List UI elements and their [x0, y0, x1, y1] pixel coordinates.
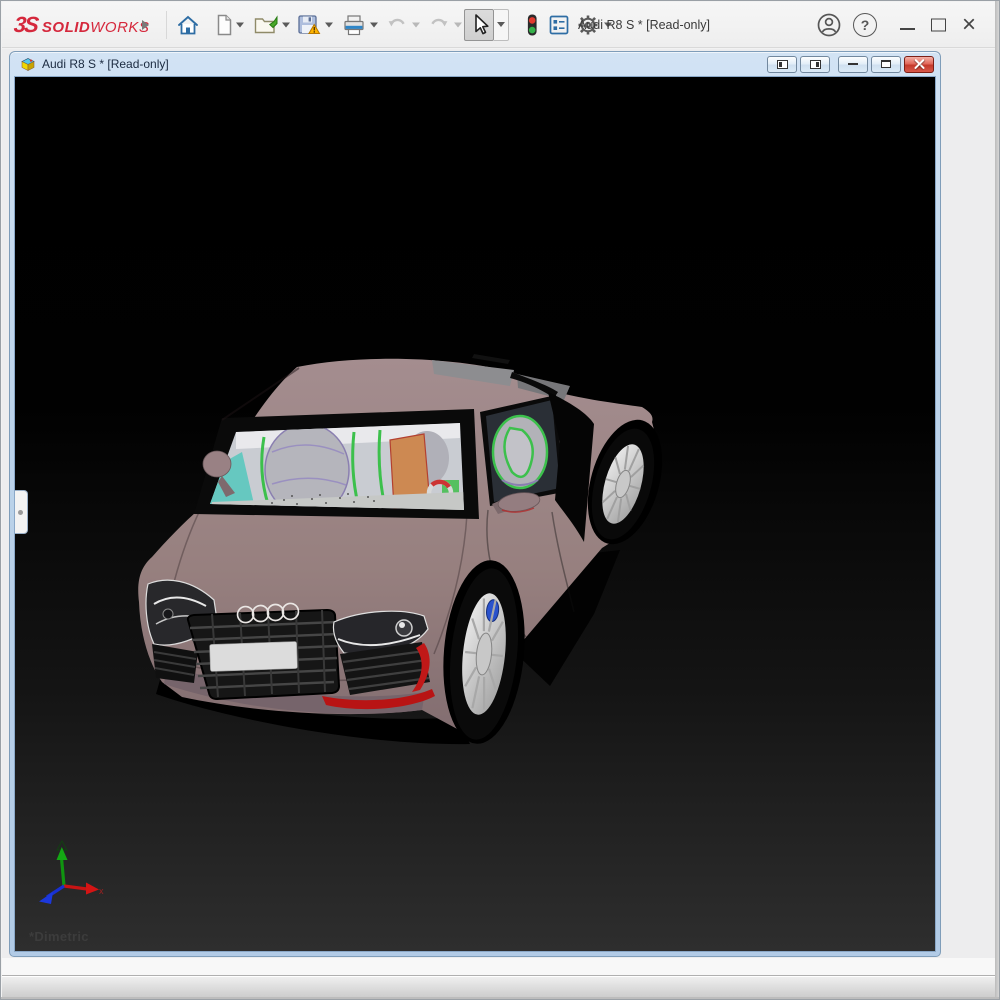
- select-tool-dropdown[interactable]: [494, 9, 509, 41]
- help-button[interactable]: ?: [853, 13, 877, 37]
- doc-close-icon: [914, 59, 925, 69]
- home-icon: [176, 13, 200, 37]
- dropdown-arrow-icon: [497, 22, 505, 27]
- print-button[interactable]: [342, 13, 366, 37]
- save-button[interactable]: [296, 13, 321, 37]
- open-dropdown[interactable]: [282, 22, 290, 27]
- document-window-buttons: [767, 56, 936, 73]
- dropdown-arrow-icon: [325, 22, 333, 27]
- toolbar-document-title: Audi R8 S * [Read-only]: [578, 2, 710, 48]
- undo-dropdown[interactable]: [412, 22, 420, 27]
- pane-left-icon: [777, 60, 788, 69]
- new-document-dropdown[interactable]: [236, 22, 244, 27]
- solidworks-logo: 3SSOLIDWORKS: [14, 12, 149, 38]
- rebuild-traffic-light-icon: [521, 12, 543, 38]
- print-icon: [342, 13, 366, 37]
- triad-axes-icon: x: [27, 840, 109, 910]
- save-dropdown[interactable]: [325, 22, 333, 27]
- doc-restore-icon: [881, 60, 891, 68]
- toolbar-separator: [166, 11, 167, 39]
- open-button[interactable]: [253, 13, 279, 37]
- license-plate: [210, 641, 298, 671]
- doc-minimize-button[interactable]: [838, 56, 868, 73]
- front-grille[interactable]: [188, 610, 339, 699]
- save-icon: [296, 13, 321, 37]
- select-tool-button[interactable]: [464, 9, 494, 41]
- redo-button[interactable]: [427, 13, 451, 37]
- pane-left-button[interactable]: [767, 56, 797, 73]
- user-account-button[interactable]: [816, 12, 842, 38]
- select-cursor-icon: [468, 13, 490, 37]
- feature-tab-dot-icon: [18, 510, 23, 515]
- window-frame-right: [995, 1, 999, 999]
- roof-vent: [472, 354, 510, 364]
- doc-restore-button[interactable]: [871, 56, 901, 73]
- undo-button[interactable]: [385, 13, 409, 37]
- solidworks-flyout-arrow-icon[interactable]: [142, 20, 149, 30]
- new-document-button[interactable]: [212, 13, 236, 37]
- solidworks-window: 3SSOLIDWORKS: [0, 0, 1000, 1000]
- document-properties-icon: [547, 13, 571, 37]
- view-orientation-label: *Dimetric: [29, 929, 89, 944]
- car-model[interactable]: [122, 352, 672, 752]
- open-icon: [253, 13, 279, 37]
- undo-icon: [385, 13, 409, 37]
- document-title: Audi R8 S * [Read-only]: [42, 57, 169, 71]
- redo-icon: [427, 13, 451, 37]
- dropdown-arrow-icon: [282, 22, 290, 27]
- doc-close-button[interactable]: [904, 56, 934, 73]
- maximize-button[interactable]: [931, 18, 946, 31]
- maximize-icon: [931, 18, 946, 31]
- dropdown-arrow-icon: [454, 22, 462, 27]
- minimize-icon: [900, 28, 915, 30]
- pane-right-button[interactable]: [800, 56, 830, 73]
- help-icon: ?: [853, 13, 877, 37]
- close-icon: ×: [962, 13, 976, 37]
- dropdown-arrow-icon: [412, 22, 420, 27]
- window-frame-bottom: [1, 997, 999, 999]
- home-button[interactable]: [176, 13, 200, 37]
- document-titlebar[interactable]: Audi R8 S * [Read-only]: [14, 52, 936, 76]
- assembly-document-icon: [20, 56, 36, 72]
- dropdown-arrow-icon: [370, 22, 378, 27]
- feature-manager-collapse-tab[interactable]: [14, 490, 28, 534]
- redo-dropdown[interactable]: [454, 22, 462, 27]
- minimize-button[interactable]: [900, 20, 915, 30]
- mdi-lower-strip: [2, 958, 995, 978]
- document-window: Audi R8 S * [Read-only]: [9, 51, 941, 957]
- dropdown-arrow-icon: [236, 22, 244, 27]
- close-button[interactable]: ×: [962, 13, 976, 37]
- document-properties-button[interactable]: [547, 13, 571, 37]
- doc-minimize-icon: [848, 63, 858, 66]
- print-dropdown[interactable]: [370, 22, 378, 27]
- user-account-icon: [816, 12, 842, 38]
- new-document-icon: [212, 13, 236, 37]
- status-bar: [2, 976, 995, 997]
- rebuild-indicator-button[interactable]: [521, 12, 543, 38]
- graphics-viewport[interactable]: x *Dimetric: [14, 76, 936, 952]
- main-toolbar: 3SSOLIDWORKS: [2, 2, 995, 48]
- pane-right-icon: [810, 60, 821, 69]
- x-axis-label: x: [99, 886, 104, 896]
- dassault-mark: 3S: [13, 12, 39, 38]
